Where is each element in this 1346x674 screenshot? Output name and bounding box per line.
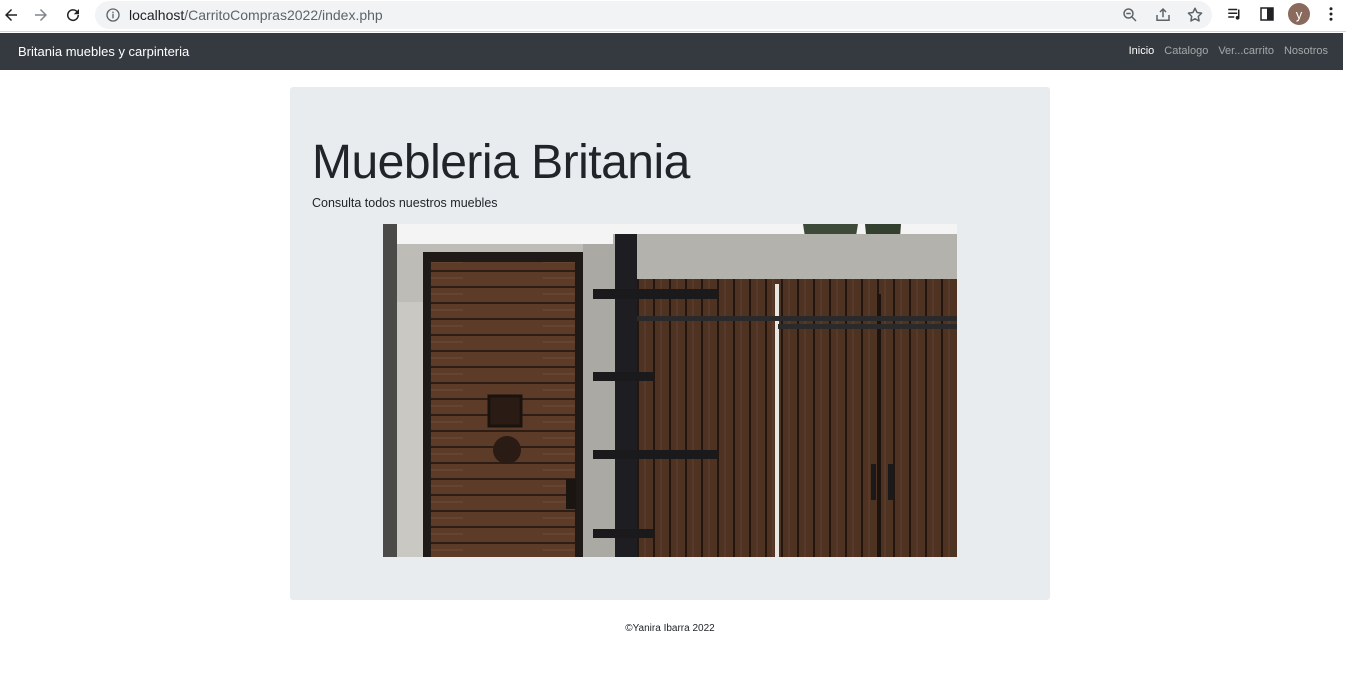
nav-link-ver-carrito[interactable]: Ver...carrito xyxy=(1218,45,1274,57)
url-text[interactable]: localhost/CarritoCompras2022/index.php xyxy=(129,7,383,23)
nav-links: Inicio Catalogo Ver...carrito Nosotros xyxy=(1129,45,1328,57)
hero-jumbotron: Muebleria Britania Consulta todos nuestr… xyxy=(290,87,1050,600)
reload-icon[interactable] xyxy=(62,4,84,26)
bookmark-star-icon[interactable] xyxy=(1186,6,1204,24)
zoom-icon[interactable] xyxy=(1121,6,1139,24)
nav-link-catalogo[interactable]: Catalogo xyxy=(1164,45,1208,57)
nav-link-inicio[interactable]: Inicio xyxy=(1129,45,1155,57)
hero-lead: Consulta todos nuestros muebles xyxy=(312,196,498,210)
profile-avatar[interactable]: y xyxy=(1288,3,1310,25)
browser-toolbar: localhost/CarritoCompras2022/index.php y xyxy=(0,0,1346,32)
info-icon[interactable] xyxy=(105,7,121,23)
address-bar[interactable]: localhost/CarritoCompras2022/index.php xyxy=(95,1,1212,29)
site-navbar: Britania muebles y carpinteria Inicio Ca… xyxy=(0,33,1343,70)
share-icon[interactable] xyxy=(1154,6,1172,24)
hero-image-wooden-doors xyxy=(383,224,957,557)
footer-copyright: ©Yanira Ibarra 2022 xyxy=(625,623,715,634)
media-queue-icon[interactable] xyxy=(1226,5,1244,23)
forward-icon[interactable] xyxy=(30,4,52,26)
nav-link-nosotros[interactable]: Nosotros xyxy=(1284,45,1328,57)
side-panel-icon[interactable] xyxy=(1258,5,1276,23)
more-menu-icon[interactable] xyxy=(1322,5,1340,23)
url-host: localhost xyxy=(129,7,185,23)
navbar-brand[interactable]: Britania muebles y carpinteria xyxy=(18,44,189,59)
back-icon[interactable] xyxy=(0,4,22,26)
url-path: /CarritoCompras2022/index.php xyxy=(184,7,383,23)
hero-title: Muebleria Britania xyxy=(312,136,690,189)
